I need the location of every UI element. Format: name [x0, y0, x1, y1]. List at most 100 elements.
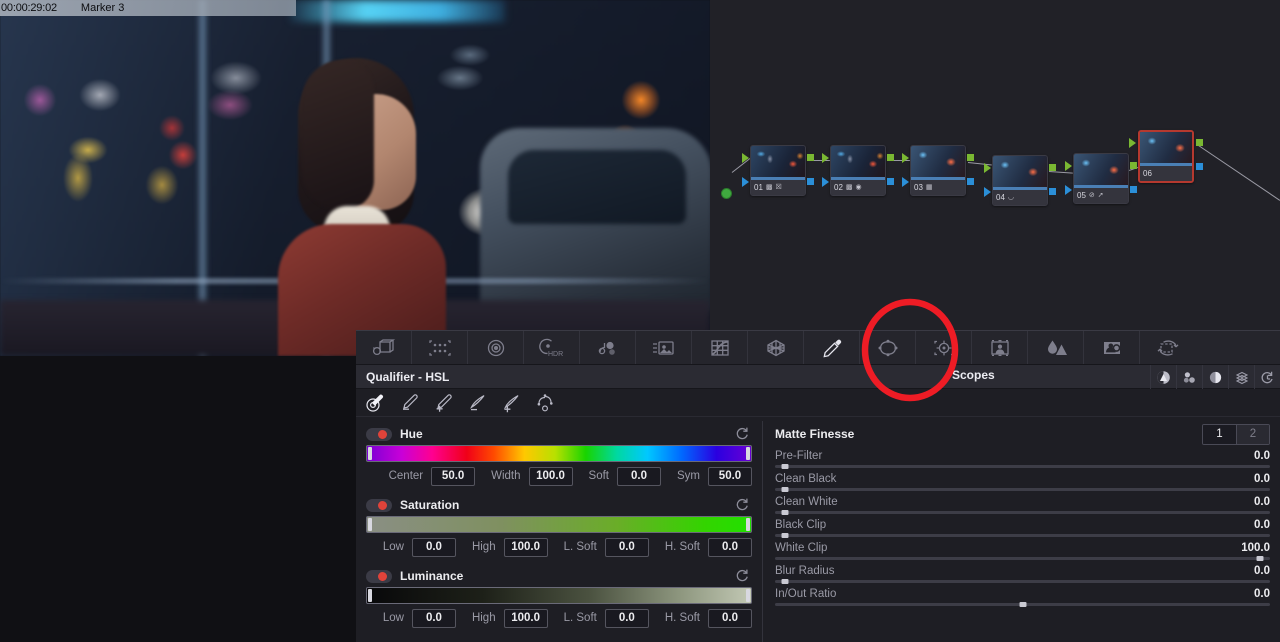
- param-blur-radius[interactable]: Blur Radius 0.0: [775, 565, 1270, 584]
- viewer[interactable]: 00:00:29:02 Marker 3: [0, 0, 710, 356]
- key-icon[interactable]: [1084, 331, 1140, 364]
- node-input-port-blue[interactable]: [902, 177, 909, 187]
- color-warper-icon[interactable]: [748, 331, 804, 364]
- hue-enable-toggle[interactable]: [366, 427, 392, 441]
- param-value[interactable]: 0.0: [1254, 496, 1270, 508]
- node-output-port-blue[interactable]: [1130, 186, 1137, 193]
- hdr-wheels-icon[interactable]: HDR: [524, 331, 580, 364]
- saturation-handle-low[interactable]: [368, 518, 372, 531]
- param-slider[interactable]: [775, 579, 1270, 584]
- field-sat-high[interactable]: High 100.0: [472, 537, 548, 557]
- node-output-port-green[interactable]: [967, 154, 974, 161]
- node-input-port-green[interactable]: [1065, 161, 1072, 171]
- reset-icon[interactable]: [1254, 365, 1280, 389]
- node-input-port-green[interactable]: [742, 153, 749, 163]
- field-lum-low[interactable]: Low 0.0: [383, 608, 456, 628]
- rgb-mixer-icon[interactable]: [580, 331, 636, 364]
- field-value[interactable]: 0.0: [411, 537, 456, 557]
- node-output-port-green[interactable]: [887, 154, 894, 161]
- hue-gradient-slider[interactable]: [366, 445, 752, 462]
- param-slider[interactable]: [775, 556, 1270, 561]
- luminance-gradient-slider[interactable]: [366, 587, 752, 604]
- field-hue-sym[interactable]: Sym 50.0: [677, 466, 752, 486]
- saturation-handle-high[interactable]: [746, 518, 750, 531]
- node-01[interactable]: 01 ▩ ☒: [742, 145, 814, 196]
- sizing-icon[interactable]: [1140, 331, 1196, 364]
- node-output-port-blue[interactable]: [887, 178, 894, 185]
- field-hue-soft[interactable]: Soft 0.0: [589, 466, 661, 486]
- param-slider[interactable]: [775, 602, 1270, 607]
- node-input-port-green[interactable]: [902, 153, 909, 163]
- field-value[interactable]: 50.0: [431, 466, 476, 486]
- softness-plus-icon[interactable]: [500, 393, 522, 413]
- mesh-icon[interactable]: [1228, 365, 1254, 389]
- node-output-port-green[interactable]: [1049, 164, 1056, 171]
- saturation-reset-icon[interactable]: [735, 497, 750, 512]
- hue-reset-icon[interactable]: [735, 426, 750, 441]
- curves-icon[interactable]: [692, 331, 748, 364]
- field-hue-center[interactable]: Center 50.0: [389, 466, 476, 486]
- colorspace-icon[interactable]: [1176, 365, 1202, 389]
- field-hue-width[interactable]: Width 100.0: [491, 466, 573, 486]
- param-in-out-ratio[interactable]: In/Out Ratio 0.0: [775, 588, 1270, 607]
- param-slider[interactable]: [775, 510, 1270, 515]
- field-lum-lsoft[interactable]: L. Soft 0.0: [564, 608, 649, 628]
- tracker-icon[interactable]: [916, 331, 972, 364]
- field-value[interactable]: 0.0: [708, 537, 752, 557]
- field-value[interactable]: 50.0: [708, 466, 752, 486]
- node-03[interactable]: 03 ▦: [902, 145, 974, 196]
- hue-handle-low[interactable]: [368, 447, 372, 460]
- highlight-icon[interactable]: [1150, 365, 1176, 389]
- field-value[interactable]: 0.0: [708, 608, 752, 628]
- field-lum-high[interactable]: High 100.0: [472, 608, 548, 628]
- saturation-gradient-slider[interactable]: [366, 516, 752, 533]
- picker-icon[interactable]: [364, 393, 386, 413]
- node-output-port-green[interactable]: [1130, 162, 1137, 169]
- field-value[interactable]: 100.0: [503, 537, 548, 557]
- field-value[interactable]: 0.0: [604, 608, 649, 628]
- color-wheels-icon[interactable]: [468, 331, 524, 364]
- param-value[interactable]: 0.0: [1254, 519, 1270, 531]
- param-value[interactable]: 100.0: [1241, 542, 1270, 554]
- node-input-port-blue[interactable]: [822, 177, 829, 187]
- luminance-reset-icon[interactable]: [735, 568, 750, 583]
- blur-icon[interactable]: [1028, 331, 1084, 364]
- picker-plus-icon[interactable]: [432, 393, 454, 413]
- node-input-port-blue[interactable]: [1065, 185, 1072, 195]
- node-input-port-blue[interactable]: [984, 187, 991, 197]
- param-slider[interactable]: [775, 464, 1270, 469]
- param-value[interactable]: 0.0: [1254, 588, 1270, 600]
- saturation-enable-toggle[interactable]: [366, 498, 392, 512]
- invert-icon[interactable]: [1202, 365, 1228, 389]
- node-02[interactable]: 02 ▩ ◉: [822, 145, 894, 196]
- field-value[interactable]: 100.0: [528, 466, 573, 486]
- field-sat-lsoft[interactable]: L. Soft 0.0: [564, 537, 649, 557]
- param-slider[interactable]: [775, 487, 1270, 492]
- param-slider[interactable]: [775, 533, 1270, 538]
- node-input-port-green[interactable]: [822, 153, 829, 163]
- luminance-handle-low[interactable]: [368, 589, 372, 602]
- field-value[interactable]: 0.0: [411, 608, 456, 628]
- node-input-port-green[interactable]: [1129, 138, 1136, 148]
- param-clean-white[interactable]: Clean White 0.0: [775, 496, 1270, 515]
- param-black-clip[interactable]: Black Clip 0.0: [775, 519, 1270, 538]
- field-value[interactable]: 100.0: [503, 608, 548, 628]
- power-window-icon[interactable]: [860, 331, 916, 364]
- param-clean-black[interactable]: Clean Black 0.0: [775, 473, 1270, 492]
- motion-effects-icon[interactable]: [636, 331, 692, 364]
- luminance-enable-toggle[interactable]: [366, 569, 392, 583]
- param-value[interactable]: 0.0: [1254, 473, 1270, 485]
- field-value[interactable]: 0.0: [604, 537, 649, 557]
- picker-minus-icon[interactable]: [398, 393, 420, 413]
- source-node-dot[interactable]: [721, 188, 732, 199]
- field-value[interactable]: 0.0: [617, 466, 661, 486]
- color-match-icon[interactable]: [412, 331, 468, 364]
- matte-finesse-tab-2[interactable]: 2: [1236, 424, 1269, 444]
- magic-mask-icon[interactable]: [972, 331, 1028, 364]
- hue-handle-high[interactable]: [746, 447, 750, 460]
- node-output-port-blue[interactable]: [1049, 188, 1056, 195]
- node-05[interactable]: 05 ⊘ ➚: [1065, 153, 1137, 204]
- node-04[interactable]: 04 ◡: [984, 155, 1056, 206]
- node-output-port-green[interactable]: [807, 154, 814, 161]
- invert-selection-icon[interactable]: [534, 393, 556, 413]
